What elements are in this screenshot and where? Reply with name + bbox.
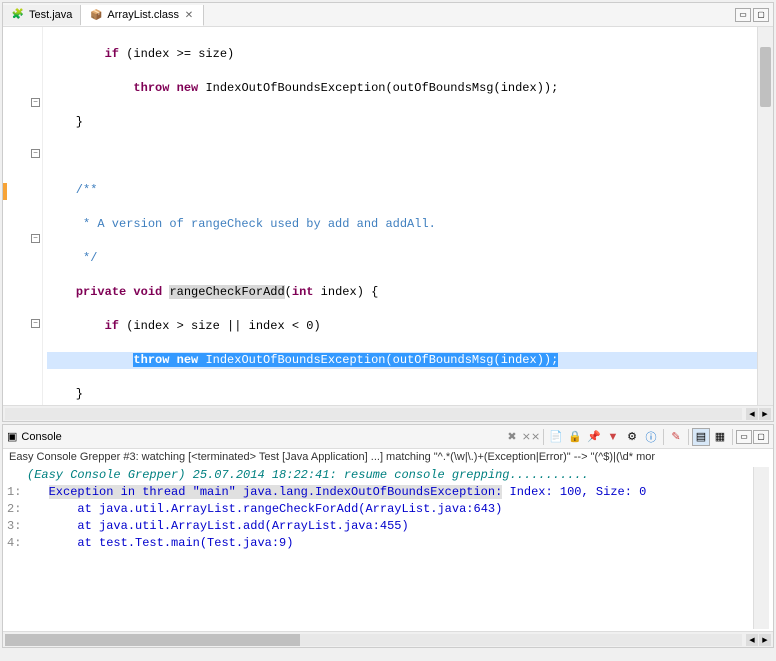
editor-tab-bar: 🧩 Test.java 📦 ArrayList.class ✕ ▭ ▢	[3, 3, 773, 27]
clear-console-button[interactable]: 📄	[547, 428, 565, 446]
expression-button[interactable]: ⚙	[623, 428, 641, 446]
console-line[interactable]: 3: at java.util.ArrayList.add(ArrayList.…	[7, 518, 753, 535]
scroll-right-icon[interactable]: ▶	[759, 408, 771, 420]
console-minimize-button[interactable]: ▭	[736, 430, 752, 444]
source-editor[interactable]: − − − − if (index >= size) throw new Ind…	[3, 27, 773, 405]
scroll-lock-button[interactable]: 🔒	[566, 428, 584, 446]
console-resume-message: (Easy Console Grepper) 25.07.2014 18:22:…	[27, 467, 589, 484]
maximize-button[interactable]: ▢	[753, 8, 769, 22]
console-pane: ▣ Console ✖ ⨯⨯ 📄 🔒 📌 ▼ ⚙ ⓘ ✎ ▤ ▦ ▭ ▢ Eas…	[2, 424, 774, 648]
display-console-button[interactable]: ▤	[692, 428, 710, 446]
tab-label: ArrayList.class	[107, 9, 179, 21]
console-status-text: Easy Console Grepper #3: watching [<term…	[3, 449, 773, 465]
console-line[interactable]: 1: Exception in thread "main" java.lang.…	[7, 484, 753, 501]
scroll-left-icon[interactable]: ◀	[746, 408, 758, 420]
tab-arraylist-class[interactable]: 📦 ArrayList.class ✕	[81, 5, 204, 26]
info-button[interactable]: ⓘ	[642, 428, 660, 446]
editor-pane: 🧩 Test.java 📦 ArrayList.class ✕ ▭ ▢ − − …	[2, 2, 774, 422]
console-view-title: ▣ Console	[7, 430, 62, 443]
code-content[interactable]: if (index >= size) throw new IndexOutOfB…	[43, 27, 757, 405]
close-icon[interactable]: ✕	[183, 9, 195, 21]
console-vertical-scrollbar[interactable]	[753, 467, 769, 629]
fold-toggle[interactable]: −	[31, 98, 40, 107]
scroll-right-icon[interactable]: ▶	[759, 634, 771, 646]
filter-button[interactable]: ▼	[604, 428, 622, 446]
console-line[interactable]: 2: at java.util.ArrayList.rangeCheckForA…	[7, 501, 753, 518]
scrollbar-thumb[interactable]	[760, 47, 771, 107]
vertical-scrollbar[interactable]	[757, 27, 773, 405]
console-horizontal-scrollbar[interactable]: ◀ ▶	[3, 631, 773, 647]
console-maximize-button[interactable]: ▢	[753, 430, 769, 444]
java-file-icon: 🧩	[11, 8, 25, 22]
tab-test-java[interactable]: 🧩 Test.java	[3, 5, 81, 25]
minimize-button[interactable]: ▭	[735, 8, 751, 22]
horizontal-scrollbar[interactable]: ◀ ▶	[3, 405, 773, 421]
console-output[interactable]: (Easy Console Grepper) 25.07.2014 18:22:…	[3, 465, 773, 631]
console-line[interactable]: 4: at test.Test.main(Test.java:9)	[7, 535, 753, 552]
breakpoint-marker[interactable]	[3, 183, 7, 200]
remove-all-button[interactable]: ⨯⨯	[522, 428, 540, 446]
editor-window-controls: ▭ ▢	[735, 8, 773, 22]
remove-launch-button[interactable]: ✖	[503, 428, 521, 446]
tab-label: Test.java	[29, 9, 72, 21]
fold-toggle[interactable]: −	[31, 234, 40, 243]
class-file-icon: 📦	[89, 8, 103, 22]
editor-gutter[interactable]: − − − −	[3, 27, 43, 405]
fold-toggle[interactable]: −	[31, 149, 40, 158]
open-console-button[interactable]: ▦	[711, 428, 729, 446]
scroll-left-icon[interactable]: ◀	[746, 634, 758, 646]
pin-console-button[interactable]: 📌	[585, 428, 603, 446]
fold-toggle[interactable]: −	[31, 319, 40, 328]
edit-button[interactable]: ✎	[667, 428, 685, 446]
scrollbar-thumb[interactable]	[5, 634, 300, 646]
console-header: ▣ Console ✖ ⨯⨯ 📄 🔒 📌 ▼ ⚙ ⓘ ✎ ▤ ▦ ▭ ▢	[3, 425, 773, 449]
console-icon: ▣	[7, 430, 17, 443]
console-toolbar: ✖ ⨯⨯ 📄 🔒 📌 ▼ ⚙ ⓘ ✎ ▤ ▦ ▭ ▢	[62, 428, 773, 446]
